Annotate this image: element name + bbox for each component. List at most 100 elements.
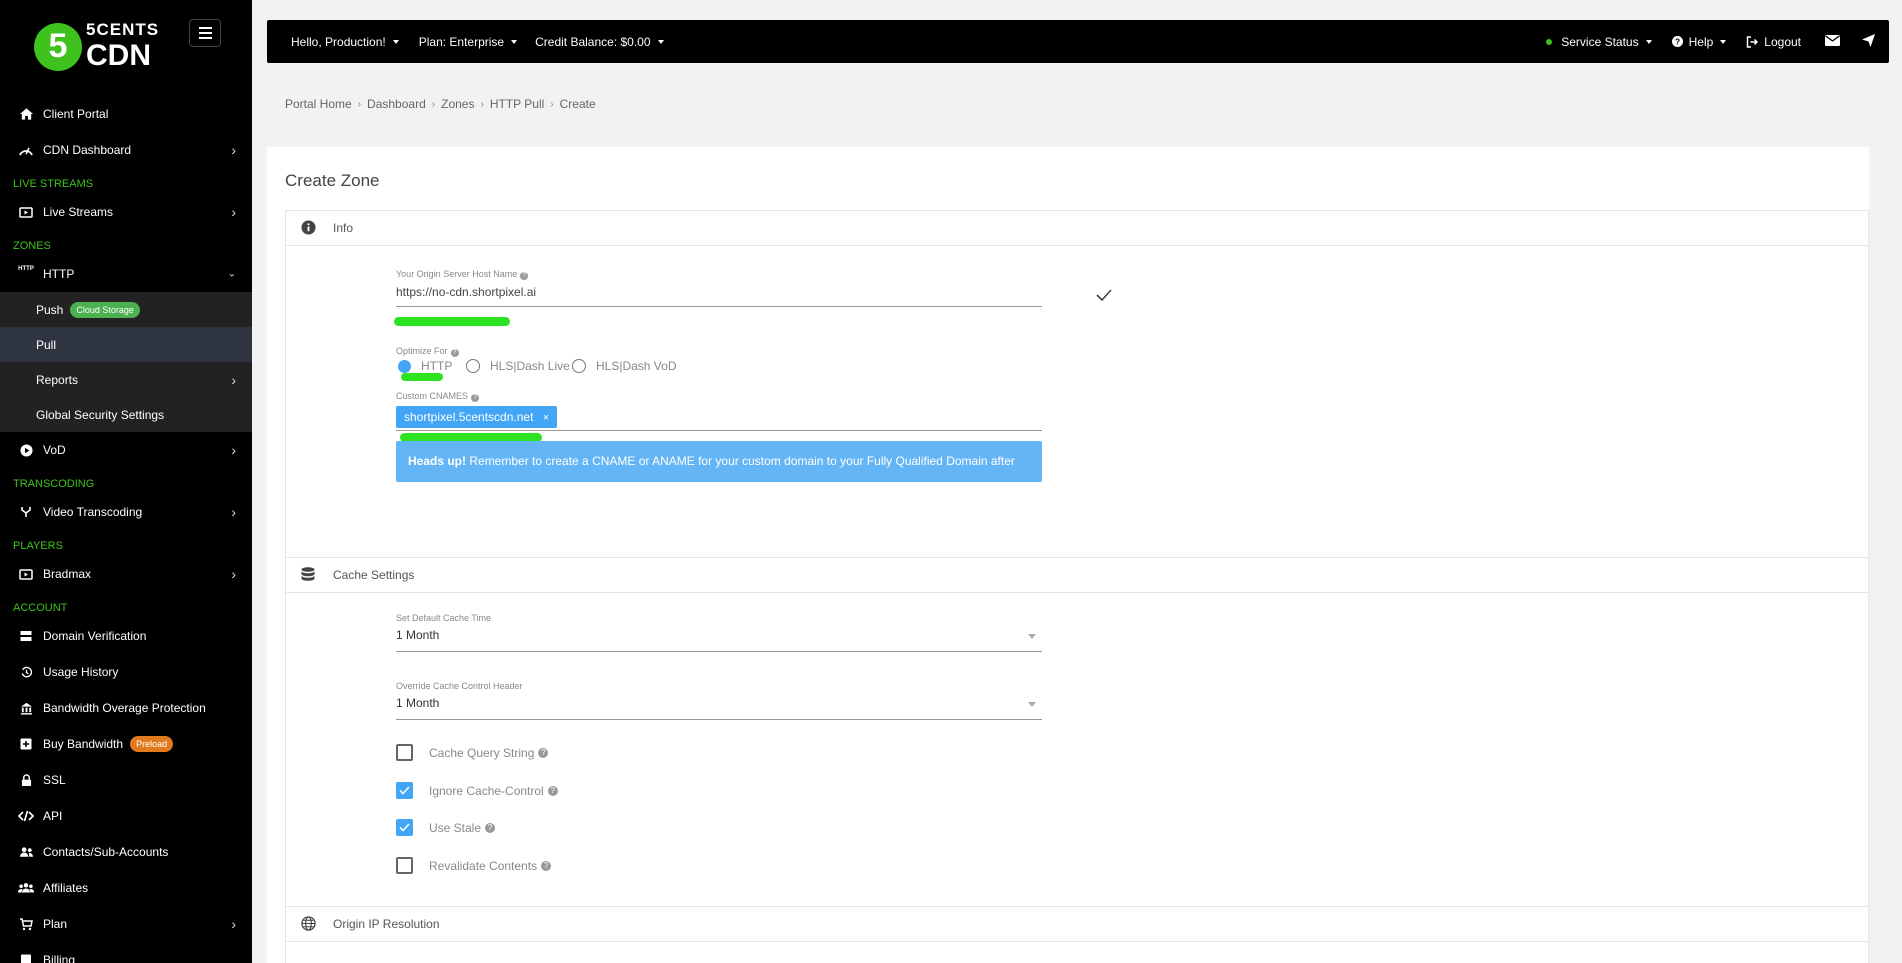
radio-unselected-icon [466, 359, 480, 373]
origin-ip-panel: Origin IP Resolution [285, 906, 1869, 963]
alert-bold-text: Heads up! [408, 454, 467, 468]
radio-hls-dash-live[interactable]: HLS|Dash Live [466, 359, 570, 373]
section-players: PLAYERS [13, 540, 63, 552]
plan-menu[interactable]: Plan: Enterprise [418, 34, 518, 49]
chevron-right-icon: › [231, 142, 236, 158]
sidebar-item-label: Domain Verification [43, 629, 147, 643]
send-button[interactable] [1862, 33, 1875, 50]
origin-ip-header[interactable]: Origin IP Resolution [286, 907, 1868, 942]
sidebar-item-http[interactable]: HTTP HTTP ⌄ [0, 256, 252, 292]
sidebar-item-label: Global Security Settings [36, 407, 165, 422]
origin-host-label: Your Origin Server Host Name? [396, 269, 529, 280]
help-icon[interactable]: ? [520, 272, 529, 280]
override-cache-control-label: Override Cache Control Header [396, 681, 523, 691]
sidebar-item-pull[interactable]: Pull [0, 327, 252, 362]
sidebar-item-label: Bradmax [43, 567, 92, 581]
default-cache-time-select[interactable]: 1 Month [396, 628, 1042, 652]
sidebar-item-label: Video Transcoding [43, 505, 143, 519]
alert-text: Remember to create a CNAME or ANAME for … [408, 454, 1015, 509]
sidebar-item-global-security[interactable]: Global Security Settings [0, 397, 252, 432]
override-cache-control-value: 1 Month [396, 696, 440, 710]
home-icon [18, 106, 34, 122]
checkbox-use-stale[interactable]: Use Stale? [396, 819, 496, 836]
page-title: Create Zone [285, 171, 380, 190]
sidebar-item-reports[interactable]: Reports › [0, 362, 252, 397]
origin-host-input[interactable]: https://no-cdn.shortpixel.ai [396, 285, 1042, 307]
sidebar-item-billing[interactable]: Billing [0, 942, 252, 963]
override-cache-control-select[interactable]: 1 Month [396, 696, 1042, 720]
plan-text: Plan: Enterprise [418, 34, 505, 49]
checkbox-revalidate-contents[interactable]: Revalidate Contents? [396, 857, 552, 874]
info-panel-header[interactable]: Info [286, 211, 1868, 246]
origin-ip-title: Origin IP Resolution [333, 917, 440, 931]
breadcrumb-dashboard[interactable]: Dashboard [367, 97, 426, 111]
service-status-menu[interactable]: Service Status [1546, 34, 1652, 49]
sidebar-item-contacts[interactable]: Contacts/Sub-Accounts [0, 834, 252, 870]
heads-up-alert: Heads up! Remember to create a CNAME or … [396, 441, 1042, 509]
checkbox-label: Ignore Cache-Control [429, 783, 544, 798]
help-icon[interactable]: ? [450, 349, 459, 357]
caret-down-icon [1720, 39, 1727, 44]
sidebar-item-push[interactable]: Push Cloud Storage [0, 292, 252, 327]
chevron-right-icon: › [231, 371, 236, 388]
sidebar-item-usage-history[interactable]: Usage History [0, 654, 252, 690]
menu-toggle-button[interactable] [189, 19, 221, 47]
help-circle-icon: ? [1671, 36, 1683, 47]
sidebar-item-buy-bandwidth[interactable]: Buy Bandwidth Preload [0, 726, 252, 762]
section-account: ACCOUNT [13, 602, 68, 614]
help-icon[interactable]: ? [547, 785, 558, 796]
status-badge: Preload [130, 736, 174, 752]
checkbox-unchecked-icon [396, 857, 413, 874]
help-icon[interactable]: ? [541, 860, 552, 871]
breadcrumb-zones[interactable]: Zones [441, 97, 474, 111]
radio-hls-dash-vod[interactable]: HLS|Dash VoD [572, 359, 677, 373]
help-icon[interactable]: ? [485, 822, 496, 833]
logout-icon [1746, 35, 1759, 48]
caret-down-icon [511, 39, 518, 44]
checkbox-cache-query-string[interactable]: Cache Query String? [396, 744, 549, 761]
sidebar-item-video-transcoding[interactable]: Video Transcoding › [0, 494, 252, 530]
cache-settings-panel: Cache Settings Set Default Cache Time 1 … [285, 557, 1869, 907]
cache-settings-header[interactable]: Cache Settings [286, 558, 1868, 593]
sidebar-item-label: Contacts/Sub-Accounts [43, 845, 169, 859]
sidebar-item-label: Client Portal [43, 107, 109, 121]
sidebar-item-api[interactable]: API [0, 798, 252, 834]
radio-http[interactable]: HTTP [398, 359, 452, 373]
sidebar-item-plan[interactable]: Plan › [0, 906, 252, 942]
service-status-text: Service Status [1561, 34, 1639, 49]
sidebar-item-live-streams[interactable]: Live Streams › [0, 194, 252, 230]
breadcrumb-separator-icon: › [550, 98, 554, 110]
user-menu[interactable]: Hello, Production! [291, 35, 399, 49]
sidebar-item-bandwidth-overage[interactable]: Bandwidth Overage Protection [0, 690, 252, 726]
optimize-for-label-text: Optimize For [396, 346, 448, 356]
sidebar-item-domain-verification[interactable]: Domain Verification [0, 618, 252, 654]
credit-menu[interactable]: Credit Balance: $0.00 [535, 35, 664, 49]
breadcrumb-http-pull[interactable]: HTTP Pull [490, 97, 544, 111]
live-stream-icon [18, 204, 34, 220]
sidebar-item-ssl[interactable]: SSL [0, 762, 252, 798]
help-icon[interactable]: ? [471, 394, 480, 402]
breadcrumb-portal-home[interactable]: Portal Home [285, 97, 352, 111]
logo-line2: CDN [86, 39, 151, 72]
cname-chip-text: shortpixel.5centscdn.net [404, 410, 534, 424]
logout-link[interactable]: Logout [1746, 35, 1801, 49]
dropdown-arrow-icon [1028, 702, 1036, 707]
sidebar-item-affiliates[interactable]: Affiliates [0, 870, 252, 906]
chip-remove-icon[interactable]: × [543, 412, 549, 424]
redaction-mark [401, 373, 443, 381]
sidebar-item-cdn-dashboard[interactable]: CDN Dashboard › [0, 132, 252, 168]
sidebar-item-label: Reports [36, 372, 79, 387]
brand-logo[interactable]: 5 5CENTS CDN [34, 20, 159, 73]
server-icon [18, 628, 34, 644]
help-menu[interactable]: ? Help [1671, 35, 1727, 49]
custom-cnames-label: Custom CNAMES? [396, 391, 480, 402]
sidebar-item-vod[interactable]: VoD › [0, 432, 252, 468]
checkbox-ignore-cache-control[interactable]: Ignore Cache-Control? [396, 782, 558, 799]
sidebar-nav: Client Portal CDN Dashboard › LIVE STREA… [0, 96, 252, 963]
checkbox-checked-icon [396, 819, 413, 836]
sidebar-item-bradmax[interactable]: Bradmax › [0, 556, 252, 592]
mail-button[interactable] [1825, 34, 1840, 49]
logout-text: Logout [1764, 34, 1801, 49]
help-icon[interactable]: ? [538, 747, 549, 758]
sidebar-item-client-portal[interactable]: Client Portal [0, 96, 252, 132]
